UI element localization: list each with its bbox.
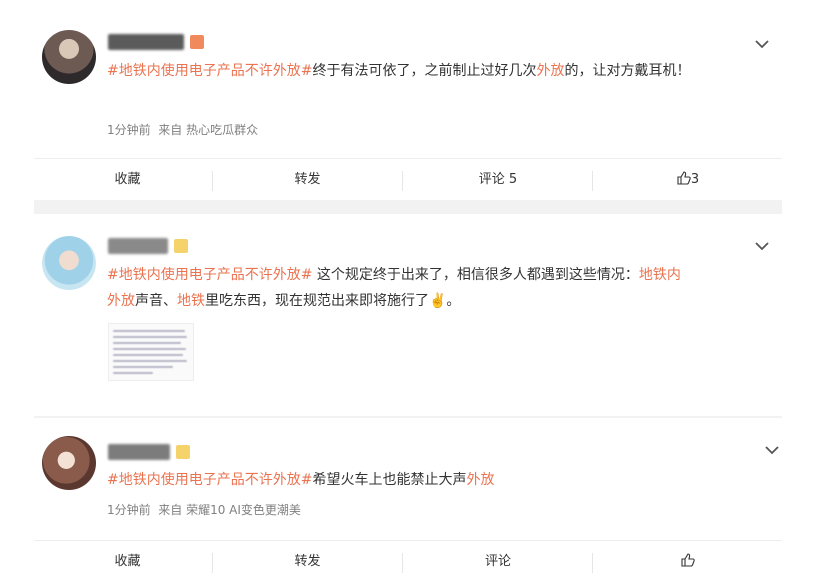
member-badge-icon <box>190 35 204 49</box>
action-bar: 收藏 转发 评论 <box>34 543 782 581</box>
member-badge-icon <box>176 445 190 459</box>
post-text-line-2: 外放声音、地铁里吃东西，现在规范出来即将施行了✌️。 <box>107 293 461 309</box>
hashtag-link[interactable]: #地铁内使用电子产品不许外放# <box>107 63 312 79</box>
chevron-down-icon[interactable] <box>752 36 772 52</box>
action-bar: 收藏 转发 评论 5 3 <box>34 161 782 199</box>
card-separator <box>34 200 782 214</box>
post-source: 来自 热心吃瓜群众 <box>158 123 259 137</box>
avatar[interactable] <box>42 436 96 490</box>
divider <box>592 553 593 573</box>
keyword-link[interactable]: 地铁 <box>177 293 205 309</box>
post-time[interactable]: 1分钟前 <box>107 123 151 137</box>
keyword-link[interactable]: 外放 <box>107 293 135 309</box>
post-text: #地铁内使用电子产品不许外放#希望火车上也能禁止大声外放 <box>107 472 495 488</box>
avatar[interactable] <box>42 236 96 290</box>
like-button[interactable] <box>594 543 782 581</box>
hashtag-link[interactable]: #地铁内使用电子产品不许外放# <box>107 267 312 283</box>
username-blurred[interactable] <box>108 34 184 50</box>
divider <box>34 540 782 541</box>
post-meta: 1分钟前 来自 热心吃瓜群众 <box>107 121 258 138</box>
thumbs-up-icon <box>677 171 691 185</box>
post-text-line-1: #地铁内使用电子产品不许外放# 这个规定终于出来了，相信很多人都遇到这些情况：地… <box>107 267 681 283</box>
post-text: #地铁内使用电子产品不许外放#终于有法可依了，之前制止过好几次外放的，让对方戴耳… <box>107 63 691 79</box>
keyword-link[interactable]: 外放 <box>536 63 564 79</box>
username-blurred[interactable] <box>108 444 170 460</box>
comment-button[interactable]: 评论 5 <box>404 161 592 199</box>
post-time[interactable]: 1分钟前 <box>107 503 151 517</box>
keyword-link[interactable]: 外放 <box>466 472 494 488</box>
divider <box>212 171 213 191</box>
collect-button[interactable]: 收藏 <box>34 543 221 581</box>
divider <box>212 553 213 573</box>
thumbs-up-icon <box>681 553 695 567</box>
post-meta: 1分钟前 来自 荣耀10 AI变色更潮美 <box>107 501 301 518</box>
post-source: 来自 荣耀10 AI变色更潮美 <box>158 503 301 517</box>
chevron-down-icon[interactable] <box>752 238 772 254</box>
like-button[interactable]: 3 <box>594 161 782 199</box>
divider <box>592 171 593 191</box>
hashtag-link[interactable]: #地铁内使用电子产品不许外放# <box>107 472 312 488</box>
collect-button[interactable]: 收藏 <box>34 161 221 199</box>
chevron-down-icon[interactable] <box>762 442 782 458</box>
member-badge-icon <box>174 239 188 253</box>
card-separator <box>34 416 782 418</box>
avatar[interactable] <box>42 30 96 84</box>
username-blurred[interactable] <box>108 238 168 254</box>
divider <box>402 553 403 573</box>
post-image-thumbnail[interactable] <box>108 323 194 381</box>
repost-button[interactable]: 转发 <box>214 543 401 581</box>
divider <box>34 158 782 159</box>
keyword-link[interactable]: 地铁内 <box>639 267 681 283</box>
comment-button[interactable]: 评论 <box>404 543 592 581</box>
repost-button[interactable]: 转发 <box>214 161 401 199</box>
like-count: 3 <box>690 172 700 187</box>
divider <box>402 171 403 191</box>
